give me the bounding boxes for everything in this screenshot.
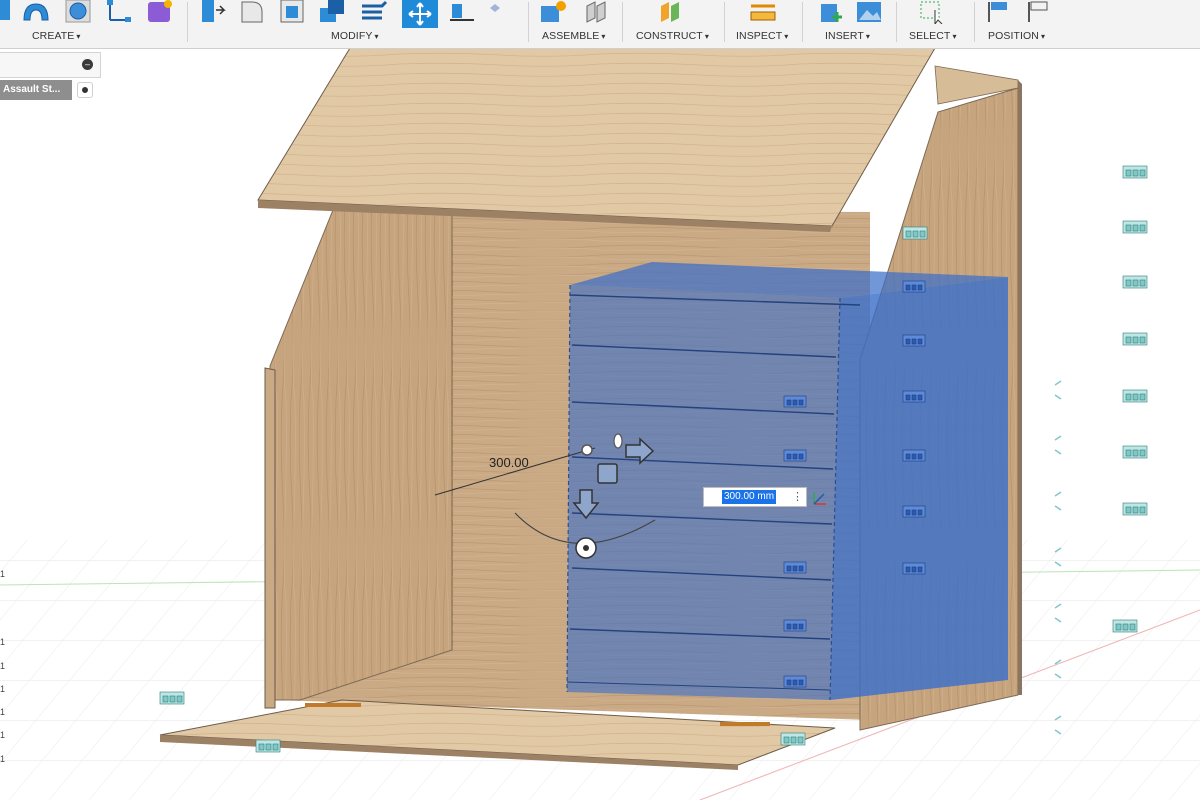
axis-triad-icon[interactable] xyxy=(810,488,830,508)
browser-component-row[interactable]: Assault St... xyxy=(0,80,100,102)
canvas-viewport[interactable] xyxy=(0,49,1200,800)
construct-group: CONSTRUCT ▾ xyxy=(623,0,723,48)
modify-group: MODIFY ▾ xyxy=(188,0,528,48)
left-side-panel xyxy=(269,209,453,701)
box-icon[interactable] xyxy=(0,0,12,24)
fillet-icon[interactable] xyxy=(238,0,266,24)
select-group: SELECT ▾ xyxy=(897,0,973,48)
window-select-icon[interactable] xyxy=(919,0,947,24)
construct-menu[interactable]: CONSTRUCT ▾ xyxy=(636,30,709,42)
left-side-front-edge xyxy=(264,367,276,709)
grid-tick-label: 1 xyxy=(0,661,6,671)
pipe-icon[interactable] xyxy=(22,0,50,24)
grid-tick-label: 1 xyxy=(0,730,6,740)
activate-component-radio-icon[interactable] xyxy=(77,82,93,98)
toolbar: CREATE ▾ MODIFY ▾ ASSEMBLE ▾ CONSTRUCT ▾ INS… xyxy=(0,0,1200,49)
insert-group: INSERT ▾ xyxy=(803,0,895,48)
inspect-menu-label: INSPECT xyxy=(736,30,783,42)
combine-icon[interactable] xyxy=(318,0,346,24)
measure-icon[interactable] xyxy=(749,0,777,24)
joint-icon[interactable] xyxy=(581,0,609,24)
move-copy-button[interactable] xyxy=(402,0,438,28)
grid-tick-label: 1 xyxy=(0,637,6,647)
create-group: CREATE ▾ xyxy=(0,0,186,48)
create-menu-label: CREATE xyxy=(32,30,75,42)
grid-tick-label: 1 xyxy=(0,684,6,694)
sketch-dimension-icon[interactable] xyxy=(104,0,132,24)
position-menu[interactable]: POSITION ▾ xyxy=(988,30,1045,42)
press-pull-icon[interactable] xyxy=(198,0,226,24)
collapse-minus-icon[interactable]: – xyxy=(82,59,93,70)
select-menu-label: SELECT xyxy=(909,30,951,42)
lid-panel xyxy=(257,49,935,227)
grid-tick-label: 1 xyxy=(0,569,6,579)
chevron-down-icon: ▾ xyxy=(784,32,789,41)
dimension-label: 300.00 xyxy=(489,455,529,470)
hinge xyxy=(720,722,770,726)
capture-position-icon[interactable] xyxy=(985,0,1013,24)
modify-menu[interactable]: MODIFY ▾ xyxy=(331,30,379,42)
chevron-down-icon: ▾ xyxy=(704,32,709,41)
insert-menu[interactable]: INSERT ▾ xyxy=(825,30,870,42)
select-menu[interactable]: SELECT ▾ xyxy=(909,30,957,42)
physical-material-icon[interactable] xyxy=(488,0,502,24)
chevron-down-icon: ▾ xyxy=(865,32,871,41)
assemble-group: ASSEMBLE ▾ xyxy=(529,0,619,48)
hinge xyxy=(305,703,361,707)
revert-position-icon[interactable] xyxy=(1025,0,1053,24)
insert-derive-icon[interactable] xyxy=(817,0,845,24)
sphere-icon[interactable] xyxy=(64,0,92,24)
position-menu-label: POSITION xyxy=(988,30,1039,42)
distance-input-box[interactable]: 300.00 mm ⋮ xyxy=(703,487,826,507)
new-component-icon[interactable] xyxy=(539,0,567,24)
canvas-image-icon[interactable] xyxy=(855,0,883,24)
assemble-menu-label: ASSEMBLE xyxy=(542,30,600,42)
distance-input[interactable]: 300.00 mm xyxy=(722,490,777,504)
modify-menu-label: MODIFY xyxy=(331,30,373,42)
insert-menu-label: INSERT xyxy=(825,30,864,42)
grid-tick-label: 1 xyxy=(0,754,6,764)
selected-drawer-unit[interactable] xyxy=(566,262,1008,701)
move-icon xyxy=(408,2,432,26)
offset-plane-icon[interactable] xyxy=(657,0,685,24)
chevron-down-icon: ▾ xyxy=(1040,32,1046,41)
replace-face-icon[interactable] xyxy=(360,0,388,24)
more-options-icon[interactable]: ⋮ xyxy=(792,488,803,506)
derive-icon[interactable] xyxy=(146,0,174,24)
chevron-down-icon: ▾ xyxy=(952,32,957,41)
inspect-group: INSPECT ▾ xyxy=(725,0,801,48)
chevron-down-icon: ▾ xyxy=(601,32,606,41)
construct-menu-label: CONSTRUCT xyxy=(636,30,703,42)
position-group: POSITION ▾ xyxy=(975,0,1065,48)
right-side-edge xyxy=(1018,80,1022,695)
chevron-down-icon: ▾ xyxy=(76,32,81,41)
origin-point[interactable] xyxy=(581,444,593,456)
align-icon[interactable] xyxy=(448,0,476,24)
assemble-menu[interactable]: ASSEMBLE ▾ xyxy=(542,30,606,42)
component-name[interactable]: Assault St... xyxy=(0,80,72,100)
inspect-menu[interactable]: INSPECT ▾ xyxy=(736,30,788,42)
chevron-down-icon: ▾ xyxy=(374,32,379,41)
rotate-handle-icon[interactable] xyxy=(613,433,623,449)
browser-header: – xyxy=(0,52,101,78)
shell-icon[interactable] xyxy=(278,0,306,24)
plane-handle-icon[interactable] xyxy=(597,463,618,484)
create-menu[interactable]: CREATE ▾ xyxy=(32,30,81,42)
grid-tick-label: 1 xyxy=(0,707,6,717)
